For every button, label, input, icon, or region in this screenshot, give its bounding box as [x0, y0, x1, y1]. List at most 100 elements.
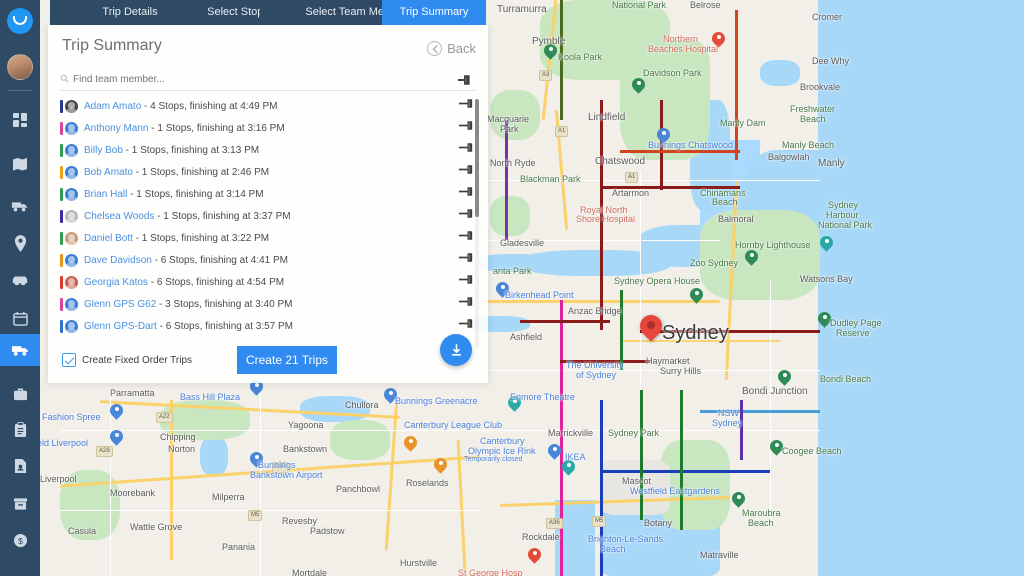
- member-name[interactable]: Daniel Bott: [84, 233, 133, 244]
- avatar: [65, 121, 78, 135]
- create-trips-button[interactable]: Create 21 Trips: [237, 346, 337, 374]
- route-line: [735, 10, 738, 160]
- map-label: Turramurra: [497, 4, 547, 15]
- delivery-truck-icon: [11, 199, 29, 213]
- avatar[interactable]: [7, 54, 33, 80]
- sidebar-item-calendar[interactable]: [0, 302, 40, 334]
- pushpin-icon[interactable]: [458, 185, 476, 203]
- sidebar-item-dashboard-grid[interactable]: [0, 104, 40, 136]
- map-label: Coogee Beach: [782, 446, 842, 456]
- search-bar: [60, 69, 476, 91]
- back-button[interactable]: Back: [427, 39, 476, 57]
- sidebar-item-document[interactable]: [0, 450, 40, 482]
- download-button[interactable]: [440, 334, 472, 366]
- search-input[interactable]: [73, 74, 373, 85]
- member-name[interactable]: Adam Amato: [84, 101, 141, 112]
- member-name[interactable]: Anthony Mann: [84, 123, 149, 134]
- pushpin-icon[interactable]: [458, 295, 476, 313]
- car-icon: [11, 274, 29, 287]
- list-item[interactable]: Daniel Bott - 1 Stops, finishing at 3:22…: [60, 227, 480, 249]
- list-item-label: Glenn GPS-Dart - 6 Stops, finishing at 3…: [84, 320, 293, 332]
- member-name[interactable]: Billy Bob: [84, 145, 123, 156]
- trip-summary-panel: Trip Summary Back Adam Amato - 4 Stops, …: [48, 25, 488, 383]
- team-member-list[interactable]: Adam Amato - 4 Stops, finishing at 4:49 …: [60, 95, 480, 355]
- pushpin-icon[interactable]: [458, 141, 476, 159]
- sidebar-item-location-pin[interactable]: [0, 227, 40, 259]
- pushpin-icon[interactable]: [458, 251, 476, 269]
- list-item[interactable]: Dave Davidson - 6 Stops, finishing at 4:…: [60, 249, 480, 271]
- pushpin-icon[interactable]: [458, 97, 476, 115]
- avatar: [65, 253, 78, 267]
- member-name[interactable]: Georgia Katos: [84, 277, 148, 288]
- map-highway: [170, 400, 173, 560]
- list-item[interactable]: Bob Amato - 1 Stops, finishing at 2:46 P…: [60, 161, 480, 183]
- map-label: Beach: [748, 518, 774, 528]
- pushpin-icon[interactable]: [458, 207, 476, 225]
- map-water-ocean: [818, 0, 1024, 576]
- map-label: Anzac Bridge: [568, 306, 622, 316]
- map-label: Dudley Page: [830, 318, 882, 328]
- pushpin-icon[interactable]: [458, 119, 476, 137]
- map-label: Chipping: [160, 432, 196, 442]
- sidebar-item-car[interactable]: [0, 264, 40, 296]
- map-label: Mortdale: [292, 568, 328, 576]
- list-item[interactable]: Chelsea Woods - 1 Stops, finishing at 3:…: [60, 205, 480, 227]
- member-name[interactable]: Bob Amato: [84, 167, 133, 178]
- fixed-order-checkbox[interactable]: [62, 353, 76, 367]
- list-item-label: Glenn GPS G62 - 3 Stops, finishing at 3:…: [84, 298, 293, 310]
- map-marker-icon[interactable]: [635, 310, 667, 345]
- list-item[interactable]: Anthony Mann - 1 Stops, finishing at 3:1…: [60, 117, 480, 139]
- member-name[interactable]: Dave Davidson: [84, 255, 152, 266]
- list-item[interactable]: Glenn GPS G62 - 3 Stops, finishing at 3:…: [60, 293, 480, 315]
- map-label: Bunnings Greenacre: [395, 396, 478, 406]
- map-road: [60, 430, 480, 432]
- route-line: [520, 320, 610, 323]
- sidebar-item-map[interactable]: [0, 148, 40, 180]
- list-item[interactable]: Billy Bob - 1 Stops, finishing at 3:13 P…: [60, 139, 480, 161]
- dashboard-grid-icon: [12, 112, 28, 128]
- pushpin-icon[interactable]: [458, 273, 476, 291]
- list-scrollbar[interactable]: [475, 99, 479, 349]
- member-name[interactable]: Glenn GPS G62: [84, 299, 156, 310]
- map-label: Sydney Opera House: [614, 276, 701, 286]
- scrollbar-thumb[interactable]: [475, 99, 479, 217]
- member-name[interactable]: Brian Hall: [84, 189, 127, 200]
- sidebar-item-truck-active[interactable]: [0, 334, 40, 366]
- park-poi-icon: [742, 247, 761, 267]
- sidebar-item-clipboard[interactable]: [0, 414, 40, 446]
- map-label: Canterbury League Club: [404, 420, 503, 430]
- list-item[interactable]: Brian Hall - 1 Stops, finishing at 3:14 …: [60, 183, 480, 205]
- map-label: Beach: [600, 544, 626, 554]
- store-poi-icon: [107, 427, 126, 447]
- sidebar-item-briefcase[interactable]: [0, 378, 40, 410]
- member-name[interactable]: Chelsea Woods: [84, 211, 154, 222]
- map-road: [640, 170, 642, 410]
- pushpin-icon[interactable]: [458, 163, 476, 181]
- map-label: Watsons Bay: [800, 274, 853, 284]
- map-label: Botany: [644, 518, 673, 528]
- sidebar-item-delivery-truck[interactable]: [0, 190, 40, 222]
- pushpin-icon[interactable]: [458, 317, 476, 335]
- map-label: Bunnings Chatswood: [648, 140, 734, 150]
- tab-trip-summary[interactable]: Trip Summary: [382, 0, 486, 25]
- list-item[interactable]: Georgia Katos - 6 Stops, finishing at 4:…: [60, 271, 480, 293]
- park-poi-icon: [729, 489, 748, 509]
- list-item[interactable]: Adam Amato - 4 Stops, finishing at 4:49 …: [60, 95, 480, 117]
- pushpin-icon[interactable]: [456, 73, 472, 87]
- app-logo-icon[interactable]: [7, 8, 33, 34]
- pushpin-icon[interactable]: [458, 229, 476, 247]
- fixed-order-checkbox-wrap[interactable]: Create Fixed Order Trips: [62, 353, 192, 367]
- list-item[interactable]: Glenn GPS-Dart - 6 Stops, finishing at 3…: [60, 315, 480, 337]
- list-item-label: Anthony Mann - 1 Stops, finishing at 3:1…: [84, 122, 285, 134]
- member-name[interactable]: Glenn GPS-Dart: [84, 321, 157, 332]
- map-label: Canterbury: [480, 436, 525, 446]
- sidebar-item-archive-box[interactable]: [0, 488, 40, 520]
- hospital-poi-icon: [525, 545, 544, 565]
- map-label: Enmore Theatre: [510, 392, 575, 402]
- tab-label: Trip Summary: [399, 6, 469, 18]
- map-label: Bass Hill Plaza: [180, 392, 241, 402]
- map-label: Matraville: [700, 550, 739, 560]
- sidebar-item-dollar-circle[interactable]: $: [0, 524, 40, 556]
- tab-label: Trip Details: [102, 6, 158, 18]
- map-road: [480, 370, 820, 372]
